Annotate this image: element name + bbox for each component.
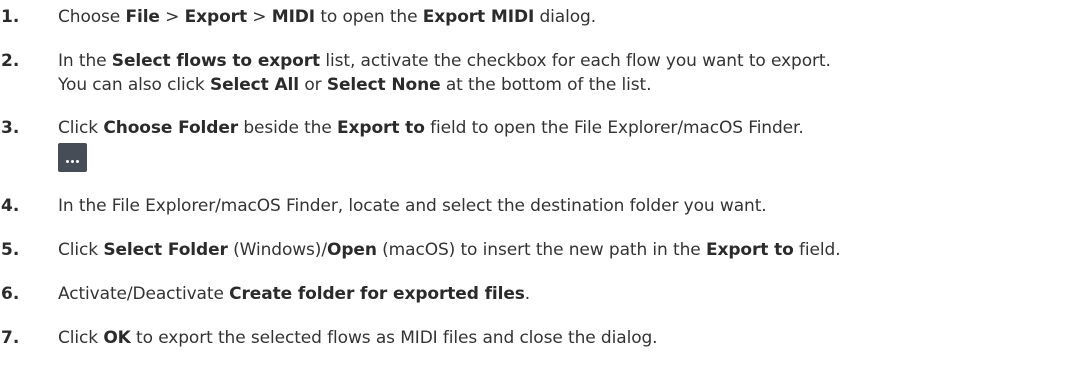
step-2: 2. In the Select flows to export list, a…: [0, 49, 1071, 97]
step-text-segment: Click: [58, 328, 104, 348]
select-folder-term: Select Folder: [103, 240, 228, 260]
ok-term: OK: [103, 328, 131, 348]
step-text-segment: Activate/Deactivate: [58, 284, 230, 304]
choose-folder-button[interactable]: [58, 143, 87, 172]
menu-file-term: File: [125, 7, 160, 27]
step-text: Click Select Folder (Windows)/Open (macO…: [58, 238, 1071, 262]
instruction-steps: 1. Choose File > Export > MIDI to open t…: [0, 0, 1071, 371]
step-3: 3. Click Choose Folder beside the Export…: [0, 116, 1071, 140]
menu-export-term: Export: [184, 7, 247, 27]
step-6: 6. Activate/Deactivate Create folder for…: [0, 282, 1071, 306]
step-text-segment: dialog.: [534, 7, 597, 27]
step-5: 5. Click Select Folder (Windows)/Open (m…: [0, 238, 1071, 262]
list-name-term: Select flows to export: [111, 51, 321, 71]
step-text-segment: Click: [58, 118, 104, 138]
step-text-segment: to export the selected flows as MIDI fil…: [130, 328, 658, 348]
step-text-segment: field.: [793, 240, 841, 260]
step-text-segment: .: [524, 284, 531, 304]
ellipsis-icon: [76, 160, 79, 163]
step-text-segment: field to open the File Explorer/macOS Fi…: [424, 118, 804, 138]
step-text-line: In the Select flows to export list, acti…: [58, 49, 1071, 73]
step-text-segment: In the: [58, 51, 112, 71]
step-text-segment: (Windows)/: [227, 240, 327, 260]
step-text-segment: to open the: [315, 7, 423, 27]
step-4: 4. In the File Explorer/macOS Finder, lo…: [0, 194, 1071, 218]
create-folder-option-term: Create folder for exported files: [229, 284, 525, 304]
step-text-segment: >: [246, 7, 272, 27]
step-number: 6.: [1, 284, 20, 304]
export-to-term: Export to: [705, 240, 794, 260]
step-number: 1.: [1, 7, 20, 27]
step-text-segment: at the bottom of the list.: [440, 75, 652, 95]
step-text-segment: or: [299, 75, 327, 95]
export-to-term: Export to: [337, 118, 425, 138]
step-text: Choose File > Export > MIDI to open the …: [58, 5, 1071, 29]
ellipsis-icon: [71, 160, 74, 163]
step-text-segment: You can also click: [58, 75, 210, 95]
step-text-segment: Click: [58, 240, 104, 260]
step-7: 7. Click OK to export the selected flows…: [0, 326, 1071, 350]
step-number: 5.: [1, 240, 20, 260]
step-text-segment: list, activate the checkbox for each flo…: [320, 51, 831, 71]
step-number: 3.: [1, 118, 20, 138]
ellipsis-icon: [66, 160, 69, 163]
step-text: In the Select flows to export list, acti…: [58, 49, 1071, 97]
step-text: In the File Explorer/macOS Finder, locat…: [58, 196, 767, 216]
step-text-segment: beside the: [238, 118, 338, 138]
step-text-line: You can also click Select All or Select …: [58, 73, 1071, 97]
step-number: 2.: [1, 51, 20, 71]
step-number: 4.: [1, 196, 20, 216]
select-none-term: Select None: [326, 75, 441, 95]
step-text-segment: (macOS) to insert the new path in the: [376, 240, 706, 260]
select-all-term: Select All: [209, 75, 300, 95]
step-text: Activate/Deactivate Create folder for ex…: [58, 282, 1071, 306]
step-text-segment: >: [159, 7, 185, 27]
step-number: 7.: [1, 328, 20, 348]
menu-midi-term: MIDI: [271, 7, 316, 27]
step-1: 1. Choose File > Export > MIDI to open t…: [0, 5, 1071, 29]
step-text-segment: Choose: [58, 7, 126, 27]
open-term: Open: [326, 240, 377, 260]
choose-folder-term: Choose Folder: [103, 118, 239, 138]
dialog-name-term: Export MIDI: [422, 7, 535, 27]
step-text: Click Choose Folder beside the Export to…: [58, 116, 1071, 140]
step-text: Click OK to export the selected flows as…: [58, 326, 1071, 350]
